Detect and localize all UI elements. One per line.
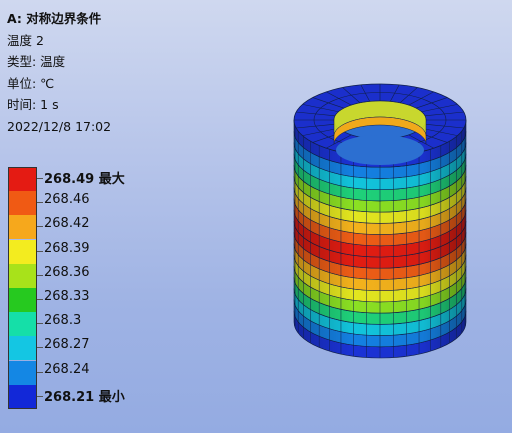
result-unit: 单位: ℃ [7,75,55,91]
legend-value: 268.46 [44,192,90,208]
result-info-panel: A: 对称边界条件 温度 2 类型: 温度 单位: ℃ 时间: 1 s 2022… [7,8,111,137]
legend-tick [37,323,43,325]
legend-tick [37,274,43,276]
result-name: 温度 2 [7,32,44,48]
legend-value: 268.42 [44,216,90,232]
legend-frame [8,167,37,409]
legend-tick [37,250,43,252]
result-time: 时间: 1 s [7,97,59,112]
legend-tick [37,226,43,228]
temperature-contour-model[interactable] [280,60,480,380]
legend-tick [37,202,43,204]
legend-tick [37,347,43,349]
legend-tick [37,299,43,300]
legend-tick [37,178,43,179]
result-type: 类型: 温度 [7,54,66,69]
legend-tick [37,395,43,397]
legend-value: 268.24 [44,361,90,377]
legend-tick [37,371,43,373]
inner-bore-depth [336,135,424,165]
legend-value: 268.39 [44,240,90,256]
legend-value: 268.3 [44,313,82,329]
legend-value: 268.21 最小 [44,389,125,405]
legend-value: 268.27 [44,337,90,353]
result-date: 2022/12/8 17:02 [7,118,112,134]
legend-value: 268.33 [44,289,90,304]
legend-value: 268.49 最大 [44,172,125,187]
analysis-title: A: 对称边界条件 [7,11,102,26]
legend-value: 268.36 [44,264,90,280]
